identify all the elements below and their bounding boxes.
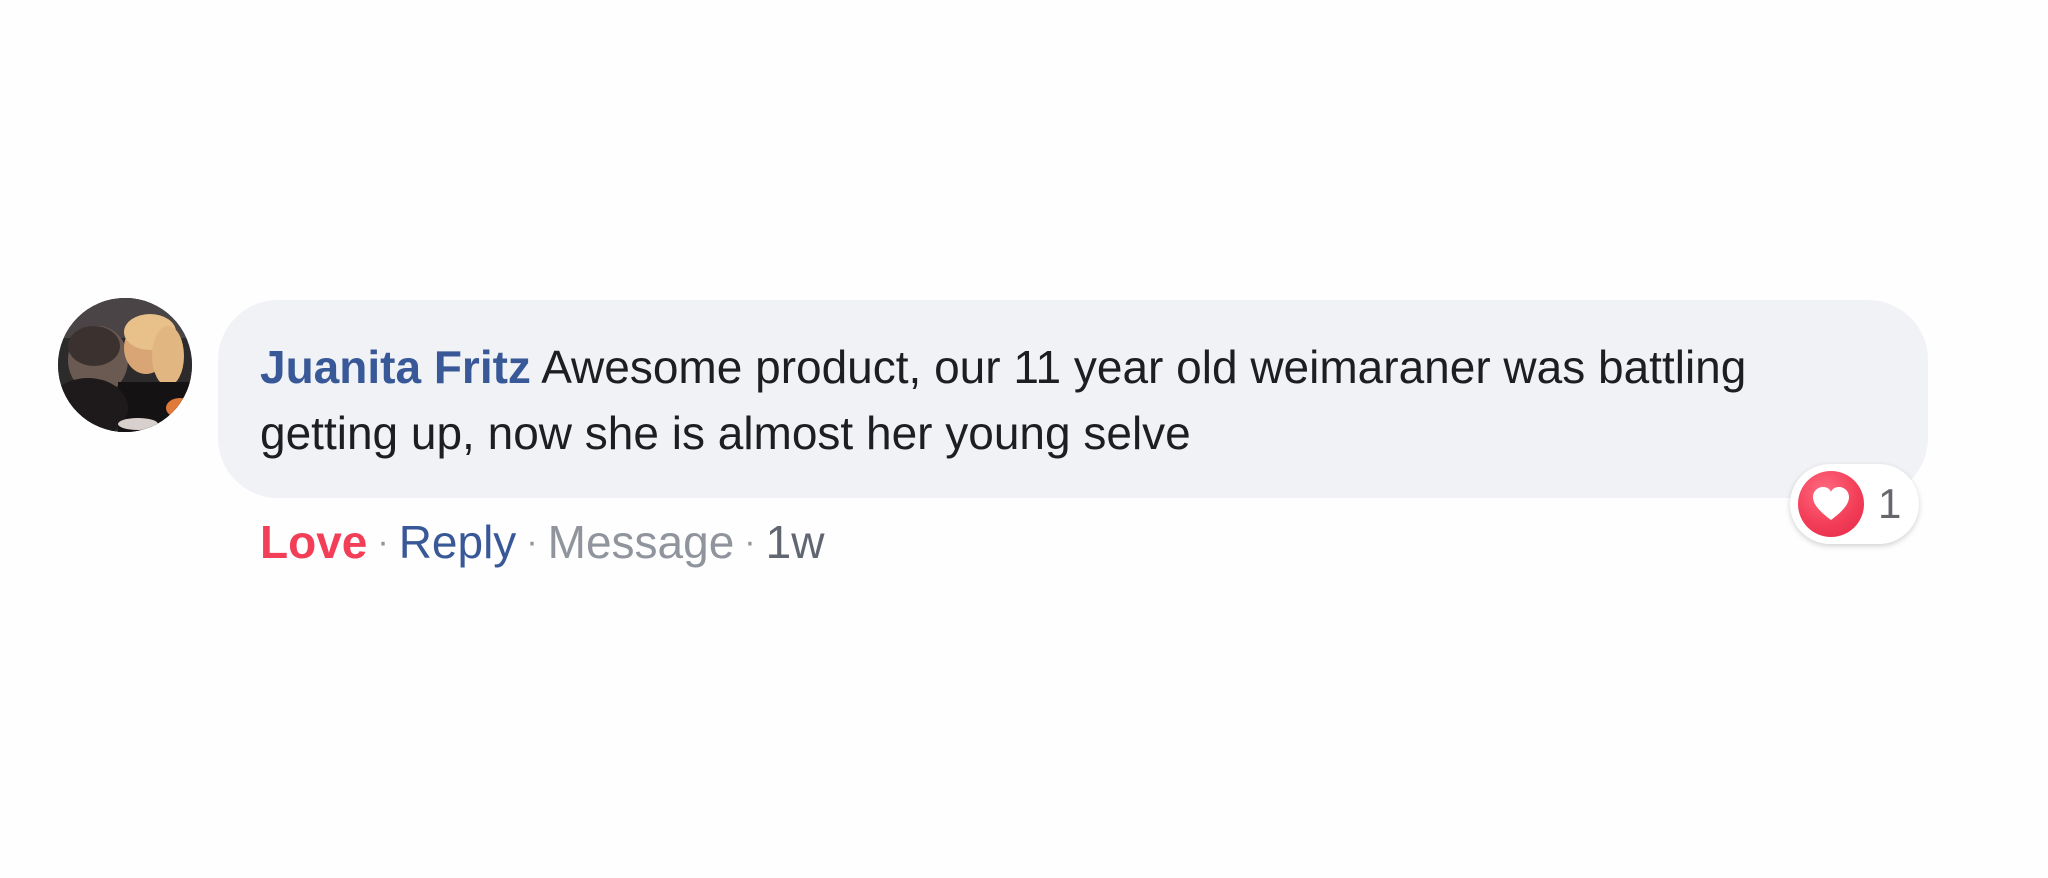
- comment-bubble: Juanita Fritz Awesome product, our 11 ye…: [218, 300, 1928, 498]
- reply-button[interactable]: Reply: [399, 516, 517, 568]
- message-button[interactable]: Message: [548, 516, 735, 568]
- heart-icon: [1798, 471, 1864, 537]
- reaction-summary[interactable]: 1: [1790, 464, 1920, 544]
- separator-dot: ·: [526, 522, 538, 561]
- avatar[interactable]: [58, 298, 192, 432]
- comment-actions: Love · Reply · Message · 1w: [260, 506, 824, 574]
- separator-dot: ·: [377, 522, 389, 561]
- avatar-photo: [58, 298, 192, 432]
- comment: Juanita Fritz Awesome product, our 11 ye…: [58, 298, 1938, 598]
- separator-dot: ·: [744, 522, 756, 561]
- comment-timestamp[interactable]: 1w: [766, 516, 825, 568]
- comment-author[interactable]: Juanita Fritz: [260, 341, 531, 393]
- reaction-count: 1: [1878, 480, 1902, 527]
- love-button[interactable]: Love: [260, 516, 367, 568]
